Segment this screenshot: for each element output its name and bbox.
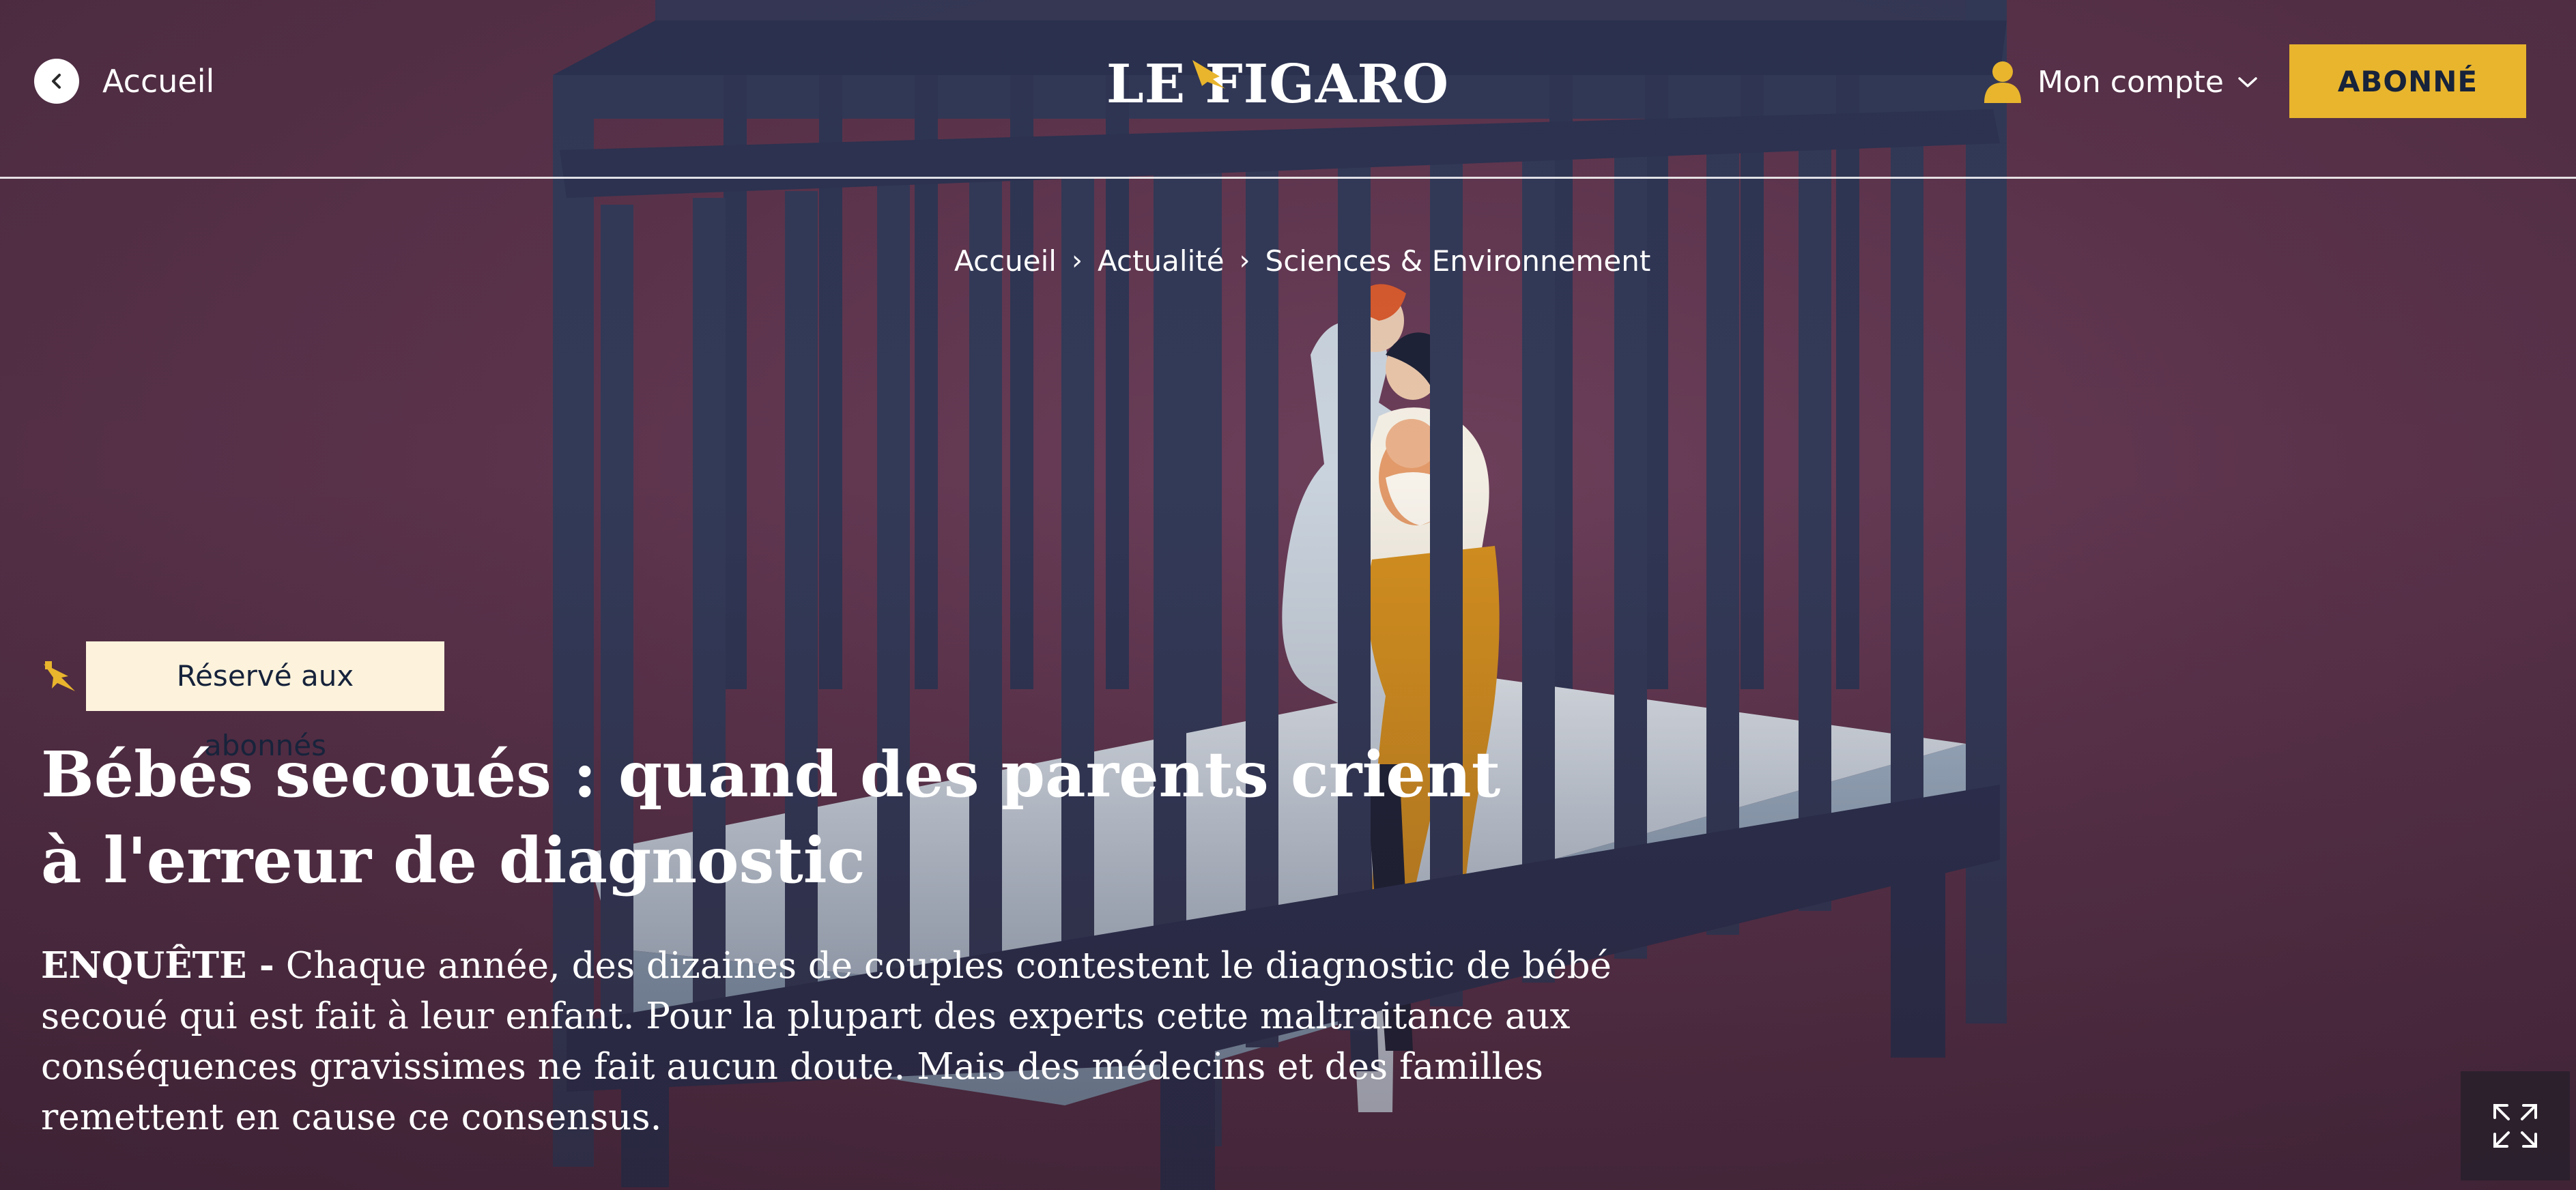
site-logo[interactable]: LE FIGARO xyxy=(1104,53,1452,116)
back-home-link[interactable]: Accueil xyxy=(34,59,214,104)
article-headline: Bébés secoués : quand des parents crient… xyxy=(41,738,1501,897)
fullscreen-button[interactable] xyxy=(2461,1071,2570,1180)
account-menu[interactable]: Mon compte xyxy=(1983,57,2258,106)
breadcrumb-separator: › xyxy=(1071,245,1083,276)
logo-bird-icon xyxy=(1192,60,1225,89)
back-home-label: Accueil xyxy=(102,63,215,100)
premium-badge-row: Réservé aux abonnés xyxy=(41,641,444,762)
breadcrumb-item-news[interactable]: Actualité xyxy=(1098,244,1225,278)
breadcrumb-separator: › xyxy=(1239,245,1250,276)
standfirst-text: Chaque année, des dizaines de couples co… xyxy=(41,945,1612,1138)
site-header: Accueil LE FIGARO Mon compte ABONNÉ xyxy=(0,0,2576,179)
hero-section: Accueil LE FIGARO Mon compte ABONNÉ Accu… xyxy=(0,0,2576,1190)
account-label: Mon compte xyxy=(2037,64,2224,100)
subscriber-only-badge: Réservé aux abonnés xyxy=(86,641,444,762)
logo-text: LE FIGARO xyxy=(1106,53,1450,115)
breadcrumb: Accueil › Actualité › Sciences & Environ… xyxy=(954,240,1650,281)
user-icon xyxy=(1984,61,2021,103)
breadcrumb-item-science[interactable]: Sciences & Environnement xyxy=(1265,244,1651,278)
chevron-left-icon xyxy=(34,59,79,104)
fullscreen-icon xyxy=(2493,1104,2537,1148)
breadcrumb-item-home[interactable]: Accueil xyxy=(954,244,1057,278)
figaro-bird-icon xyxy=(44,661,75,691)
chevron-down-icon xyxy=(2238,77,2257,87)
subscribe-button[interactable]: ABONNÉ xyxy=(2289,44,2526,118)
article-kicker: ENQUÊTE - xyxy=(41,944,274,987)
article-standfirst: ENQUÊTE - Chaque année, des dizaines de … xyxy=(41,940,1706,1143)
